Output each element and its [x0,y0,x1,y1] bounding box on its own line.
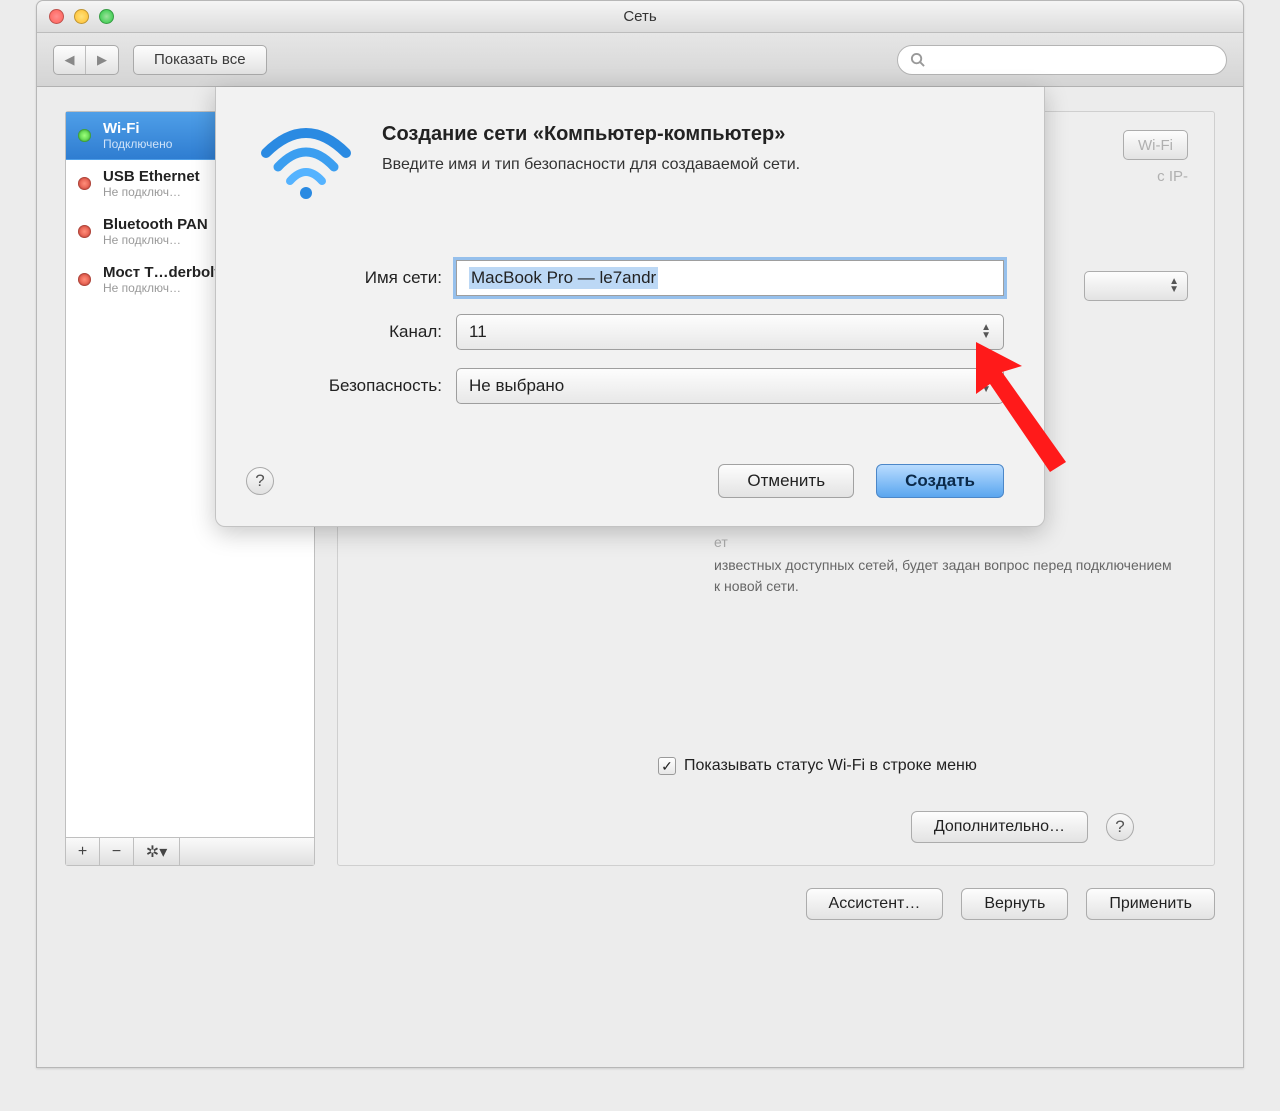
window-title: Сеть [37,8,1243,25]
gear-icon: ✲▾ [146,842,167,862]
show-status-label: Показывать статус Wi-Fi в строке меню [684,757,977,775]
show-all-button[interactable]: Показать все [133,45,267,75]
sidebar-item-label: Bluetooth PAN [103,216,208,233]
search-icon [910,52,925,67]
network-name-input[interactable]: MacBook Pro — le7andr [456,260,1004,296]
service-actions-button[interactable]: ✲▾ [134,838,180,865]
show-status-checkbox-row[interactable]: ✓ Показывать статус Wi-Fi в строке меню [658,757,977,775]
sidebar-item-label: USB Ethernet [103,168,200,185]
titlebar: Сеть [37,1,1243,33]
stepper-icon: ▲▼ [981,324,991,340]
forward-icon[interactable]: ▶ [86,46,118,74]
network-name-label: Имя сети: [256,268,456,288]
sheet-help-button[interactable]: ? [246,467,274,495]
sidebar-item-label: Wi-Fi [103,120,172,137]
sheet-subtitle: Введите имя и тип безопасности для созда… [382,156,800,174]
stepper-icon: ▲▼ [981,378,991,394]
sidebar-item-sub: Не подключ… [103,233,208,247]
sidebar-footer: + − ✲▾ [66,837,314,865]
status-dot-icon [78,273,91,286]
security-select[interactable]: Не выбрано ▲▼ [456,368,1004,404]
status-dot-icon [78,129,91,142]
advanced-button[interactable]: Дополнительно… [911,811,1088,843]
channel-label: Канал: [256,322,456,342]
help-button[interactable]: ? [1106,813,1134,841]
network-select-fragment[interactable]: ▲▼ [1084,271,1188,301]
apply-button[interactable]: Применить [1086,888,1215,920]
stepper-icon: ▲▼ [1169,278,1179,294]
channel-value: 11 [469,322,487,342]
channel-select[interactable]: 11 ▲▼ [456,314,1004,350]
sidebar-item-label: Мост T…derbolt [103,264,219,281]
sidebar-item-sub: Не подключ… [103,185,200,199]
remove-service-button[interactable]: − [100,838,134,865]
help-icon: ? [1115,817,1124,837]
cancel-button[interactable]: Отменить [718,464,854,498]
create-button[interactable]: Создать [876,464,1004,498]
search-input[interactable] [897,45,1227,75]
sidebar-item-sub: Не подключ… [103,281,219,295]
revert-button[interactable]: Вернуть [961,888,1068,920]
status-dot-icon [78,225,91,238]
checkbox-icon[interactable]: ✓ [658,757,676,775]
add-service-button[interactable]: + [66,838,100,865]
network-name-value: MacBook Pro — le7andr [469,267,658,289]
sheet-title: Создание сети «Компьютер-компьютер» [382,123,800,146]
security-label: Безопасность: [256,376,456,396]
sidebar-item-sub: Подключено [103,137,172,151]
nav-back-forward[interactable]: ◀ ▶ [53,45,119,75]
wifi-toggle-button[interactable]: Wi-Fi [1123,130,1188,160]
security-value: Не выбрано [469,376,564,396]
back-icon[interactable]: ◀ [54,46,86,74]
status-dot-icon [78,177,91,190]
assistant-button[interactable]: Ассистент… [806,888,944,920]
create-network-sheet: Создание сети «Компьютер-компьютер» Введ… [215,87,1045,527]
wifi-icon [256,123,356,206]
help-icon: ? [255,471,264,491]
ip-fragment: с IP- [1157,168,1188,185]
toolbar: ◀ ▶ Показать все [37,33,1243,87]
